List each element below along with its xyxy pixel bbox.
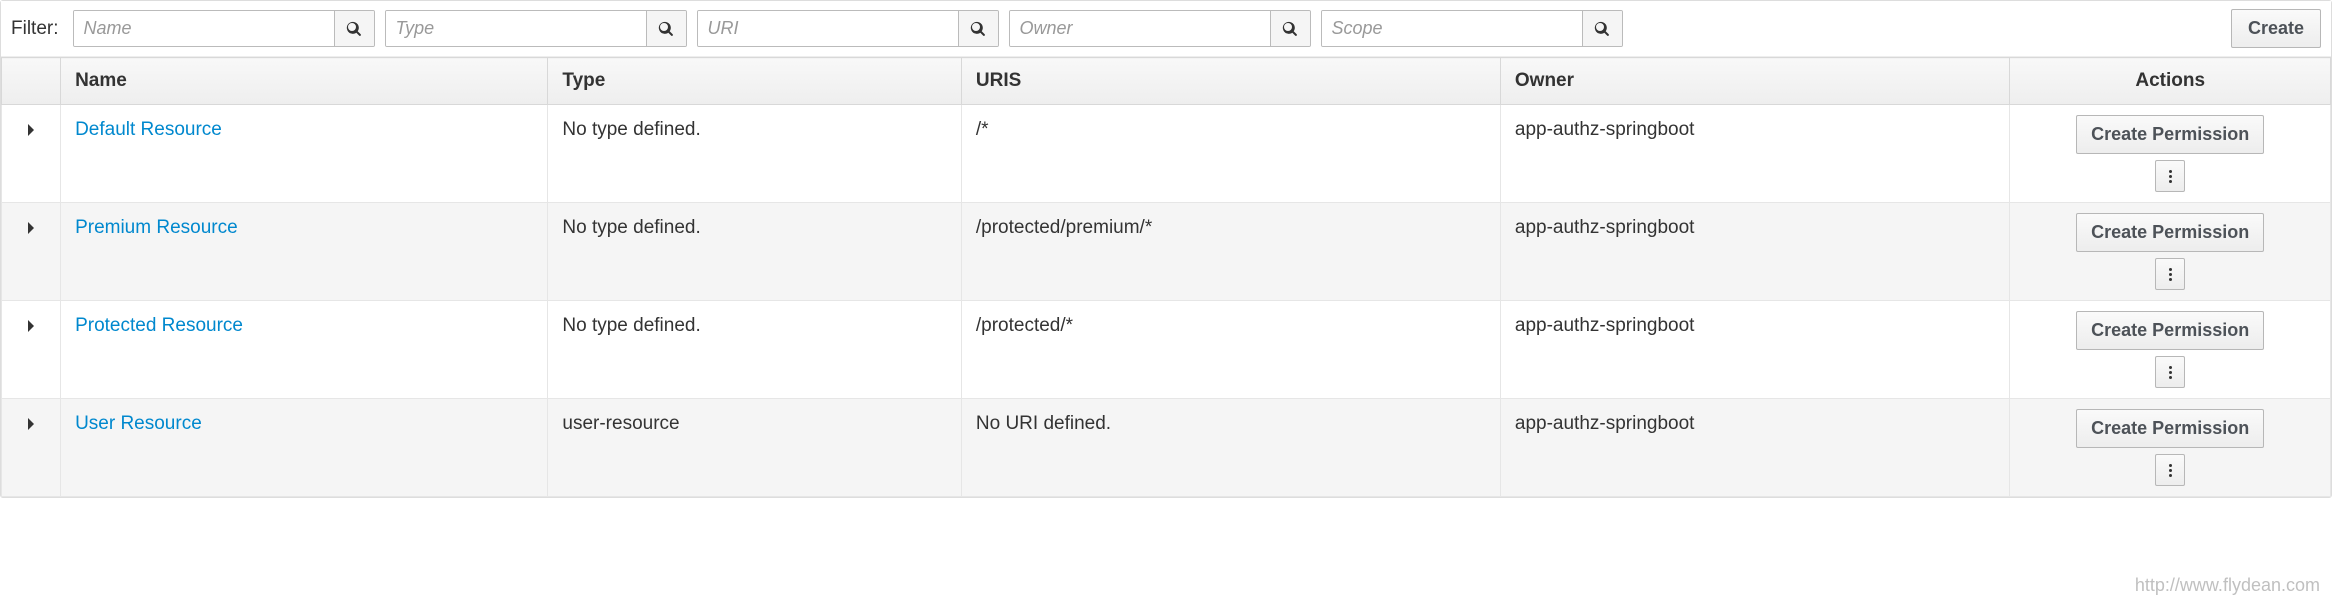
row-actions: Create Permission xyxy=(2076,213,2264,290)
search-icon xyxy=(658,21,674,37)
more-actions-button[interactable] xyxy=(2155,356,2185,388)
resource-type: user-resource xyxy=(548,399,961,497)
create-button[interactable]: Create xyxy=(2231,9,2321,48)
filter-type-group xyxy=(385,10,687,47)
filter-owner-search-button[interactable] xyxy=(1270,11,1310,46)
kebab-icon xyxy=(2169,464,2172,477)
resource-uris: /protected/* xyxy=(961,301,1500,399)
header-uris: URIS xyxy=(961,58,1500,105)
header-name: Name xyxy=(61,58,548,105)
search-icon xyxy=(1282,21,1298,37)
resource-owner: app-authz-springboot xyxy=(1500,203,2009,301)
filter-owner-input[interactable] xyxy=(1010,11,1270,46)
more-actions-button[interactable] xyxy=(2155,160,2185,192)
filter-owner-group xyxy=(1009,10,1311,47)
filter-name-search-button[interactable] xyxy=(334,11,374,46)
chevron-right-icon[interactable] xyxy=(26,317,36,339)
header-owner: Owner xyxy=(1500,58,2009,105)
filter-scope-search-button[interactable] xyxy=(1582,11,1622,46)
filter-scope-input[interactable] xyxy=(1322,11,1582,46)
filter-uri-group xyxy=(697,10,999,47)
table-row: Protected Resource No type defined. /pro… xyxy=(2,301,2331,399)
resource-name-link[interactable]: Protected Resource xyxy=(75,315,243,336)
row-actions: Create Permission xyxy=(2076,409,2264,486)
create-permission-button[interactable]: Create Permission xyxy=(2076,409,2264,448)
resource-name-link[interactable]: Default Resource xyxy=(75,119,222,140)
table-row: Default Resource No type defined. /* app… xyxy=(2,105,2331,203)
resource-type: No type defined. xyxy=(548,203,961,301)
row-actions: Create Permission xyxy=(2076,311,2264,388)
filter-name-input[interactable] xyxy=(74,11,334,46)
row-actions: Create Permission xyxy=(2076,115,2264,192)
more-actions-button[interactable] xyxy=(2155,454,2185,486)
resource-owner: app-authz-springboot xyxy=(1500,301,2009,399)
resource-name-link[interactable]: User Resource xyxy=(75,413,202,434)
chevron-right-icon[interactable] xyxy=(26,415,36,437)
table-row: User Resource user-resource No URI defin… xyxy=(2,399,2331,497)
filter-name-group xyxy=(73,10,375,47)
create-permission-button[interactable]: Create Permission xyxy=(2076,115,2264,154)
kebab-icon xyxy=(2169,366,2172,379)
filter-scope-group xyxy=(1321,10,1623,47)
table-header-row: Name Type URIS Owner Actions xyxy=(2,58,2331,105)
header-expand xyxy=(2,58,61,105)
create-permission-button[interactable]: Create Permission xyxy=(2076,213,2264,252)
header-type: Type xyxy=(548,58,961,105)
resource-uris: /* xyxy=(961,105,1500,203)
resource-uris: /protected/premium/* xyxy=(961,203,1500,301)
header-actions: Actions xyxy=(2010,58,2331,105)
filter-uri-input[interactable] xyxy=(698,11,958,46)
filter-uri-search-button[interactable] xyxy=(958,11,998,46)
resource-type: No type defined. xyxy=(548,105,961,203)
filter-type-search-button[interactable] xyxy=(646,11,686,46)
resource-type: No type defined. xyxy=(548,301,961,399)
search-icon xyxy=(1594,21,1610,37)
kebab-icon xyxy=(2169,170,2172,183)
resource-name-link[interactable]: Premium Resource xyxy=(75,217,238,238)
kebab-icon xyxy=(2169,268,2172,281)
search-icon xyxy=(970,21,986,37)
filter-type-input[interactable] xyxy=(386,11,646,46)
resource-uris: No URI defined. xyxy=(961,399,1500,497)
resources-table: Name Type URIS Owner Actions Default Res… xyxy=(1,57,2331,497)
filter-label: Filter: xyxy=(11,18,59,40)
chevron-right-icon[interactable] xyxy=(26,121,36,143)
resource-owner: app-authz-springboot xyxy=(1500,105,2009,203)
create-permission-button[interactable]: Create Permission xyxy=(2076,311,2264,350)
watermark: http://www.flydean.com xyxy=(2135,575,2320,596)
table-row: Premium Resource No type defined. /prote… xyxy=(2,203,2331,301)
search-icon xyxy=(346,21,362,37)
chevron-right-icon[interactable] xyxy=(26,219,36,241)
filter-bar: Filter: xyxy=(1,1,2331,57)
more-actions-button[interactable] xyxy=(2155,258,2185,290)
resource-panel: Filter: xyxy=(0,0,2332,498)
resource-owner: app-authz-springboot xyxy=(1500,399,2009,497)
